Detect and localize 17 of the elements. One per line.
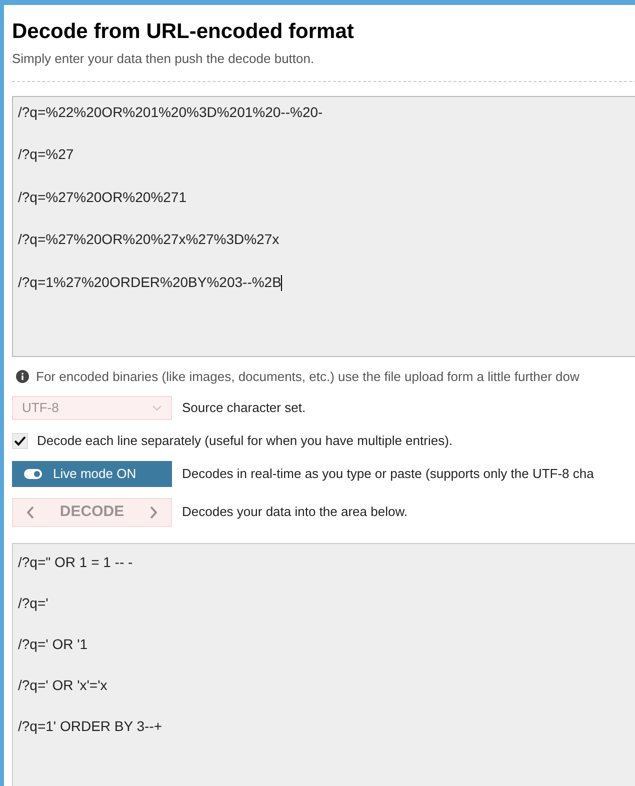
output-field[interactable]: /?q=" OR 1 = 1 -- - /?q=' /?q=' OR '1 /?q=' OR 'x'='x /?q=1' ORDER BY 3--+ bbox=[12, 542, 635, 786]
chevron-right-icon bbox=[150, 506, 157, 518]
page-title: Decode from URL-encoded format bbox=[12, 19, 355, 45]
chevron-down-icon bbox=[152, 405, 162, 411]
checkmark-icon bbox=[14, 436, 26, 446]
live-mode-toggle[interactable]: Live mode ON bbox=[12, 460, 172, 486]
live-mode-description: Decodes in real-time as you type or paste (supports only the UTF-8 cha bbox=[182, 464, 594, 483]
charset-label: Source character set. bbox=[182, 399, 306, 418]
input-field[interactable]: /?q=%22%20OR%201%20%3D%201%20--%20- /?q=%27 /?q=%27%20OR%20%271 /?q=%27%20OR%20%27x%27%3D%27x /?q=1%27%20ORDER%20BY%203--%2B bbox=[12, 96, 635, 356]
info-note: For encoded binaries (like images, documents, etc.) use the file upload form a little further dow bbox=[36, 368, 580, 386]
text-cursor bbox=[281, 275, 282, 292]
line-checkbox[interactable] bbox=[12, 432, 28, 449]
chevron-left-icon bbox=[27, 506, 34, 518]
line-option-label: Decode each line separately (useful for when you have multiple entries). bbox=[37, 432, 453, 450]
decode-description: Decodes your data into the area below. bbox=[182, 503, 408, 522]
page-subtitle: Simply enter your data then push the decode button. bbox=[12, 50, 316, 68]
info-icon bbox=[16, 370, 29, 383]
